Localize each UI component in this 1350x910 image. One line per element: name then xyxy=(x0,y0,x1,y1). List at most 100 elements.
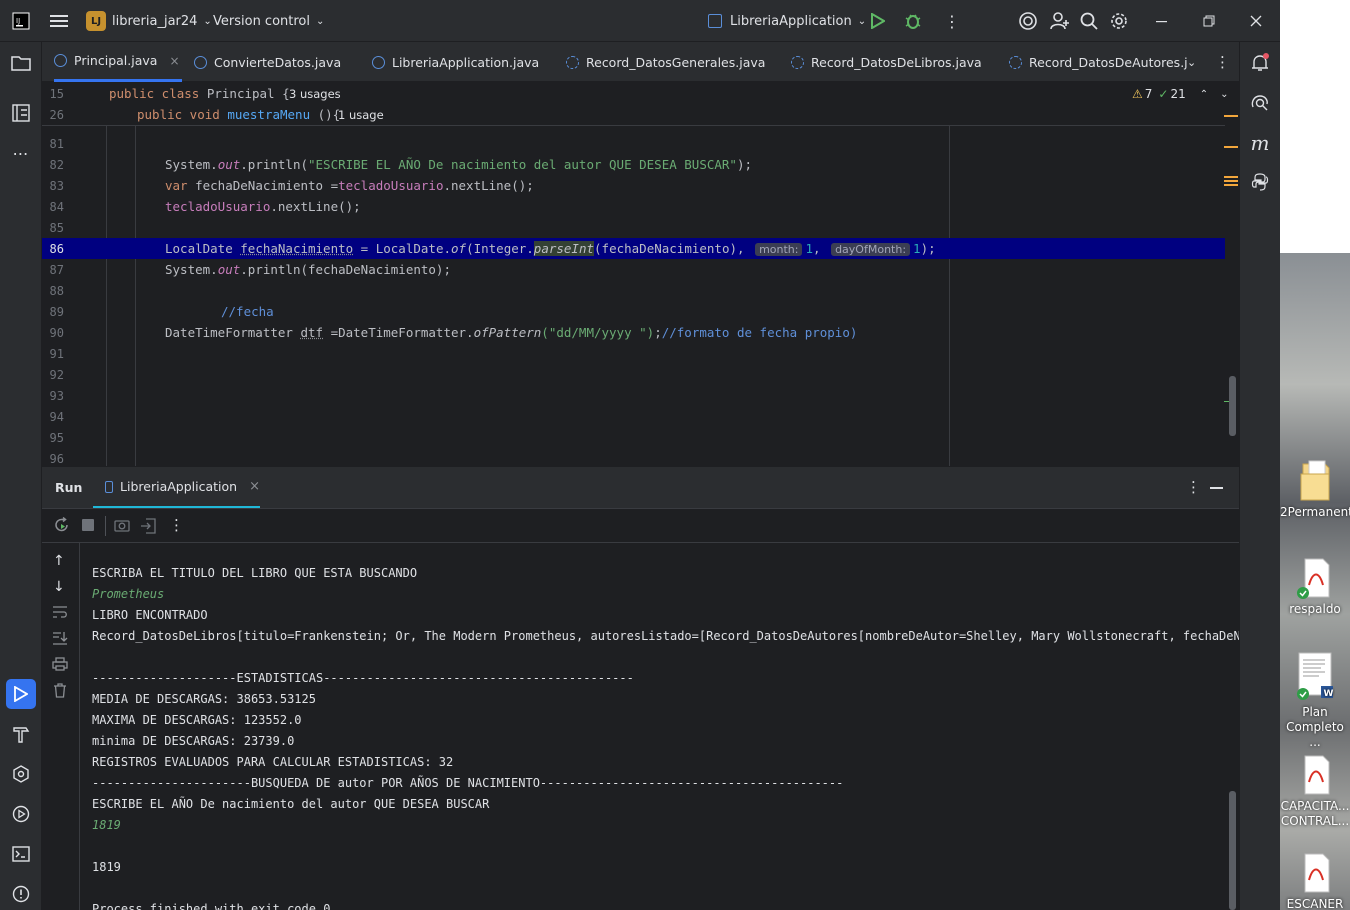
sticky-line[interactable]: 15 public class Principal { 3 usages xyxy=(42,83,1225,104)
code-line[interactable]: 88 xyxy=(42,280,1225,301)
python-icon[interactable] xyxy=(1245,167,1275,197)
tab-conviertedatos-java[interactable]: ConvierteDatos.java xyxy=(194,42,341,82)
code-line[interactable]: 87 System.out.println(fechaDeNacimiento)… xyxy=(42,259,1225,280)
search-icon[interactable] xyxy=(1080,0,1098,42)
code-token: = LocalDate. xyxy=(353,241,451,256)
run-tab-label: LibreriaApplication xyxy=(120,479,238,494)
run-more-icon[interactable]: ⋮ xyxy=(1186,478,1201,496)
tab-libreriaapplication-java[interactable]: LibreriaApplication.java xyxy=(372,42,539,82)
tab-record-datosdelibros-java[interactable]: Record_DatosDeLibros.java xyxy=(791,42,982,82)
run-tool-icon[interactable] xyxy=(6,679,36,709)
debug-button[interactable] xyxy=(904,0,922,42)
code-field: tecladoUsuario xyxy=(338,178,444,193)
trash-icon[interactable] xyxy=(53,683,67,702)
services-play-icon[interactable] xyxy=(6,799,36,829)
tab-close-icon[interactable]: × xyxy=(249,479,260,494)
code-line[interactable]: 89 //fecha xyxy=(42,301,1225,322)
tab-close-icon[interactable]: × xyxy=(169,54,179,68)
code-line[interactable]: 81 xyxy=(42,133,1225,154)
code-line[interactable]: 90 DateTimeFormatter dtf =DateTimeFormat… xyxy=(42,322,1225,343)
desktop-item-capacita[interactable]: CAPACITA... CONTRAL... xyxy=(1280,754,1350,829)
prev-chevron-up-icon[interactable]: ⌃ xyxy=(1200,89,1208,100)
ai-assistant-icon[interactable] xyxy=(1018,0,1038,42)
code-token: .println( xyxy=(240,157,308,172)
console-output[interactable]: ESCRIBA EL TITULO DEL LIBRO QUE ESTA BUS… xyxy=(80,543,1239,910)
sticky-line[interactable]: 26 public void muestraMenu (){ 1 usage xyxy=(42,104,1225,125)
desktop-item-escaner-3d[interactable]: ESCANER 3D xyxy=(1280,852,1350,910)
code-line[interactable]: 95 xyxy=(42,427,1225,448)
add-user-icon[interactable] xyxy=(1050,0,1070,42)
app-logo-icon[interactable]: IJ xyxy=(12,0,30,42)
tab-record-datosgenerales-java[interactable]: Record_DatosGenerales.java xyxy=(566,42,765,82)
next-chevron-down-icon[interactable]: ⌄ xyxy=(1220,89,1228,100)
code-line[interactable]: 93 xyxy=(42,385,1225,406)
minimize-icon[interactable] xyxy=(1156,0,1168,42)
run-config-selector[interactable]: LibreriaApplication ⌄ xyxy=(708,0,866,42)
restore-icon[interactable] xyxy=(1203,0,1215,42)
inspection-widget[interactable]: ⚠ 7 ✓ 21 ⌃ ⌄ xyxy=(1132,87,1229,101)
build-hammer-icon[interactable] xyxy=(6,719,36,749)
hide-panel-icon[interactable] xyxy=(1210,487,1223,489)
warning-marker[interactable] xyxy=(1224,184,1238,186)
more-actions-icon[interactable]: ⋮ xyxy=(944,0,960,42)
tab-record-datosdeautores-java[interactable]: Record_DatosDeAutores.j xyxy=(1009,42,1188,82)
code-number: 1 xyxy=(805,241,814,256)
warning-marker[interactable] xyxy=(1224,115,1238,117)
main-menu-icon[interactable] xyxy=(50,0,68,42)
project-folder-icon[interactable] xyxy=(6,48,36,78)
scroll-to-end-icon[interactable] xyxy=(52,631,68,649)
ai-chat-icon[interactable] xyxy=(1245,88,1275,118)
editor-scrollbar[interactable] xyxy=(1229,376,1236,436)
java-class-icon xyxy=(54,54,67,67)
close-icon[interactable] xyxy=(1250,0,1262,42)
terminal-icon[interactable] xyxy=(6,839,36,869)
notifications-bell-icon[interactable] xyxy=(1245,48,1275,78)
vcs-selector[interactable]: Version control ⌄ xyxy=(213,0,324,42)
code-text: System.out.println(fechaDeNacimiento); xyxy=(165,262,451,277)
stop-icon[interactable] xyxy=(82,519,94,531)
maven-icon[interactable]: m xyxy=(1245,128,1275,158)
code-line[interactable]: 84 tecladoUsuario.nextLine(); xyxy=(42,196,1225,217)
line-number: 89 xyxy=(49,304,64,319)
usages-hint[interactable]: 3 usages xyxy=(289,87,341,101)
code-line[interactable]: 83 var fechaDeNacimiento =tecladoUsuario… xyxy=(42,175,1225,196)
run-tab-libreriaapplication[interactable]: LibreriaApplication × xyxy=(93,467,260,509)
desktop-item-plan-completo[interactable]: W Plan Completo ... xyxy=(1280,652,1350,750)
rerun-icon[interactable] xyxy=(54,516,70,537)
arrow-up-icon[interactable]: ↑ xyxy=(53,553,65,569)
print-icon[interactable] xyxy=(52,657,68,675)
console-line: minima DE DESCARGAS: 23739.0 xyxy=(92,733,295,748)
warning-marker[interactable] xyxy=(1224,176,1238,178)
warning-marker[interactable] xyxy=(1224,180,1238,182)
run-button[interactable] xyxy=(871,0,885,42)
camera-icon[interactable] xyxy=(114,518,130,536)
usages-hint[interactable]: 1 usage xyxy=(338,108,384,122)
structure-icon[interactable] xyxy=(6,98,36,128)
desktop-item-respaldo[interactable]: respaldo xyxy=(1280,557,1350,616)
login-icon[interactable] xyxy=(140,518,156,538)
code-editor[interactable]: 15 public class Principal { 3 usages 26 … xyxy=(42,83,1239,466)
code-line[interactable]: 91 xyxy=(42,343,1225,364)
project-selector[interactable]: LJ libreria_jar24 ⌄ xyxy=(86,0,212,42)
code-line-current[interactable]: 86 LocalDate fechaNacimiento = LocalDate… xyxy=(42,238,1225,259)
java-class-icon xyxy=(194,55,207,69)
code-line[interactable]: 82 System.out.println("ESCRIBE EL AÑO De… xyxy=(42,154,1225,175)
services-icon[interactable] xyxy=(6,759,36,789)
console-scrollbar[interactable] xyxy=(1229,791,1236,910)
settings-gear-icon[interactable] xyxy=(1110,0,1128,42)
more-tools-icon[interactable]: ⋯ xyxy=(6,138,36,168)
tab-principal-java[interactable]: Principal.java × xyxy=(54,42,182,82)
tabs-dropdown-chevron-icon[interactable]: ⌄ xyxy=(1187,42,1196,82)
soft-wrap-icon[interactable] xyxy=(52,605,68,623)
run-toolbar-more-icon[interactable]: ⋮ xyxy=(169,516,184,534)
desktop-item-2permanente[interactable]: 2Permanente xyxy=(1280,460,1350,519)
code-line[interactable]: 85 xyxy=(42,217,1225,238)
code-line[interactable]: 92 xyxy=(42,364,1225,385)
problems-icon[interactable] xyxy=(6,879,36,909)
code-line[interactable]: 94 xyxy=(42,406,1225,427)
tabs-more-icon[interactable]: ⋮ xyxy=(1215,42,1230,82)
arrow-down-icon[interactable]: ↓ xyxy=(53,579,65,595)
app-config-icon xyxy=(708,14,722,28)
warning-marker[interactable] xyxy=(1224,146,1238,148)
console-line: MEDIA DE DESCARGAS: 38653.53125 xyxy=(92,691,316,706)
